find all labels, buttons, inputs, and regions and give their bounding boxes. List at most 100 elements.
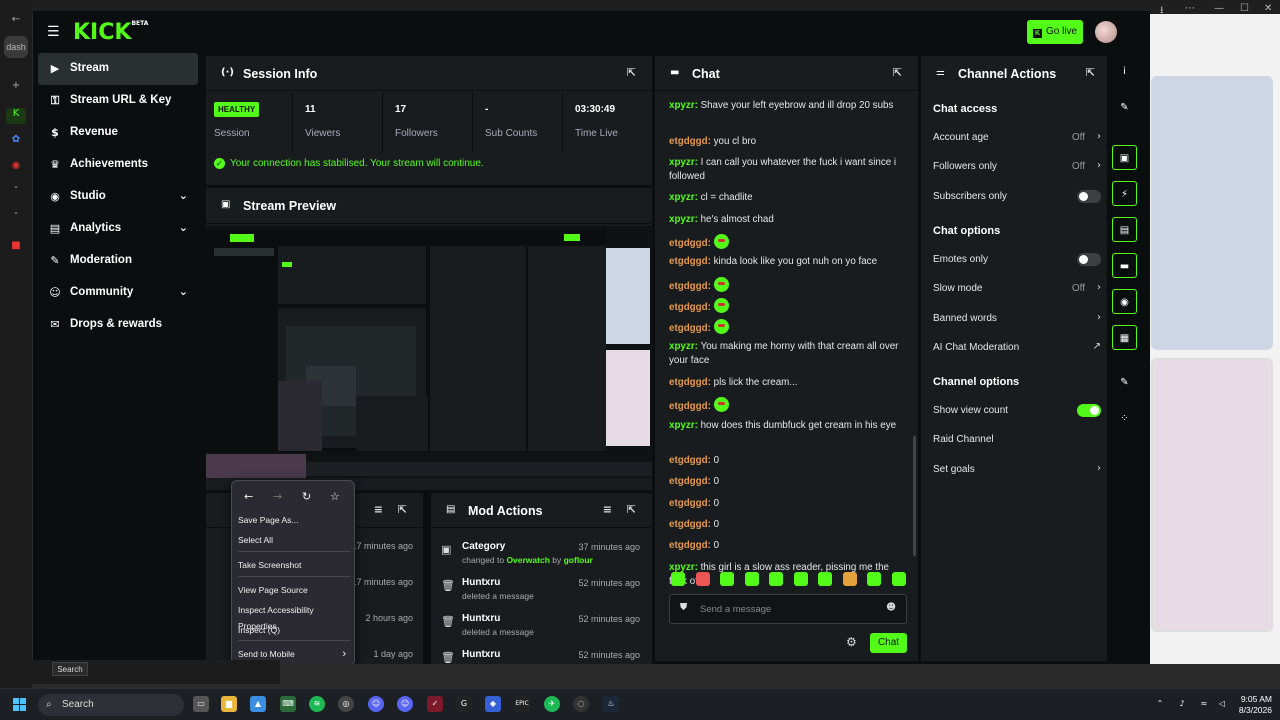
microphone-icon[interactable]: ♪	[1174, 696, 1190, 712]
spotify-icon[interactable]: ≋	[309, 696, 325, 712]
tab-dash[interactable]: dash	[4, 36, 28, 58]
emote-picker-icon[interactable]	[769, 572, 783, 586]
tab-icon[interactable]: ˇ	[6, 186, 26, 202]
popout-icon[interactable]: ⇱	[893, 66, 902, 79]
chat-message[interactable]: etgdggd:	[669, 276, 905, 294]
chevron-right-icon[interactable]: ›	[1097, 131, 1101, 142]
sidebar-item-drops-rewards[interactable]: ✉ Drops & rewards	[38, 309, 198, 341]
maximize-icon[interactable]: ☐	[1240, 3, 1249, 14]
chat-message[interactable]: etgdggd:	[669, 297, 905, 315]
emote-picker-icon[interactable]	[695, 572, 710, 586]
toggle-switch[interactable]	[1077, 404, 1101, 418]
chat-username[interactable]: etgdggd	[669, 323, 708, 334]
chat-bubble-icon[interactable]: ▬	[1112, 253, 1137, 278]
back-icon[interactable]: ←	[244, 490, 253, 503]
emote-picker-icon[interactable]	[744, 572, 759, 586]
sidebar-item-studio[interactable]: ◉ Studio ⌄	[38, 181, 198, 213]
chat-message[interactable]: etgdggd: 0	[669, 454, 905, 468]
go-live-button[interactable]: K Go live	[1027, 20, 1083, 44]
chat-message[interactable]: etgdggd:	[669, 233, 905, 251]
dots-icon[interactable]: ⁘	[1112, 406, 1137, 431]
chevron-right-icon[interactable]: ›	[1097, 160, 1101, 171]
sidebar-item-revenue[interactable]: $ Revenue	[38, 117, 198, 149]
sidebar-item-stream-url-key[interactable]: ⚿ Stream URL & Key	[38, 85, 198, 117]
mod-action-row[interactable]: 🗑 Huntxru 52 minutes ago deleted a message	[431, 613, 652, 647]
filter-icon[interactable]: ≡	[374, 503, 383, 516]
minimize-icon[interactable]: —	[1214, 3, 1224, 14]
chevron-down-icon[interactable]: ⌄	[179, 189, 188, 202]
setting-banned-words[interactable]: Banned words ›	[933, 312, 1103, 333]
settings-icon[interactable]: ⚙	[846, 635, 857, 649]
setting-emotes-only[interactable]: Emotes only	[933, 252, 1103, 274]
clip-icon[interactable]: ▣	[1112, 145, 1137, 170]
mod-action-row[interactable]: ▣ Category 37 minutes ago changed to Overwa…	[431, 541, 652, 575]
taskbar-search[interactable]: ⌕ Search	[38, 694, 184, 716]
emote-picker-icon[interactable]	[818, 572, 832, 586]
chat-username[interactable]: etgdggd	[669, 281, 708, 292]
popout-icon[interactable]: ⇱	[627, 503, 636, 516]
sidebar-item-stream[interactable]: ▶ Stream	[38, 53, 198, 85]
context-menu-item[interactable]: Take Screenshot	[238, 557, 350, 573]
tab-icon[interactable]: ◉	[6, 160, 26, 176]
browser-icon[interactable]: ◎	[338, 696, 354, 712]
popout-icon[interactable]: ⇱	[1086, 66, 1095, 79]
close-icon[interactable]: ✕	[1264, 3, 1272, 14]
chat-username[interactable]: etgdggd	[669, 498, 708, 509]
kick-logo[interactable]: KICKBETA	[73, 20, 148, 45]
setting-set-goals[interactable]: Set goals ›	[933, 463, 1103, 484]
emote-picker-icon[interactable]	[720, 572, 734, 586]
chat-username[interactable]: xpyzr	[669, 157, 695, 168]
chat-message[interactable]: etgdggd: 0	[669, 539, 905, 553]
chat-message[interactable]: etgdggd: 0	[669, 497, 905, 511]
emote-picker-icon[interactable]	[842, 572, 857, 586]
setting-slow-mode[interactable]: Slow mode Off ›	[933, 282, 1103, 303]
add-icon[interactable]: +	[6, 80, 26, 96]
chevron-right-icon[interactable]: ›	[1097, 282, 1101, 293]
broadcast-icon[interactable]: ◉	[1112, 289, 1137, 314]
chat-username[interactable]: xpyzr	[669, 341, 695, 352]
chat-input[interactable]: ⛊ Send a message ☻	[669, 594, 907, 624]
filter-icon[interactable]: ≡	[603, 503, 612, 516]
context-menu-item[interactable]: Inspect Accessibility Properties	[238, 602, 350, 631]
app-icon[interactable]: ✈	[544, 696, 560, 712]
chat-username[interactable]: etgdggd	[669, 455, 708, 466]
setting-show-view-count[interactable]: Show view count	[933, 404, 1103, 425]
tab-icon[interactable]: ˇ	[6, 212, 26, 228]
pencil-icon[interactable]: ✎	[1112, 95, 1137, 120]
discord-icon[interactable]: ☺	[368, 696, 384, 712]
steam-icon[interactable]: ♨	[603, 696, 619, 712]
file-explorer-icon[interactable]: ▆	[221, 696, 237, 712]
task-view-icon[interactable]: ▭	[193, 696, 209, 712]
sidebar-item-achievements[interactable]: ♛ Achievements	[38, 149, 198, 181]
setting-followers-only[interactable]: Followers only Off ›	[933, 160, 1103, 181]
app-icon[interactable]: ◌	[573, 696, 589, 712]
emote-picker-icon[interactable]	[891, 572, 906, 586]
popout-icon[interactable]: ⇱	[398, 503, 407, 516]
chat-message[interactable]: xpyzr: Shave your left eyebrow and ill d…	[669, 99, 905, 113]
mod-action-row[interactable]: 🗑 Huntxru 52 minutes ago	[431, 649, 652, 664]
chat-username[interactable]: etgdggd	[669, 540, 708, 551]
chat-username[interactable]: xpyzr	[669, 420, 695, 431]
emote-picker-icon[interactable]	[793, 572, 808, 586]
chat-message[interactable]: xpyzr: cl = chadlite	[669, 191, 905, 205]
volume-icon[interactable]: ◁	[1214, 696, 1230, 712]
app-icon[interactable]: ◆	[485, 696, 501, 712]
bookmark-icon[interactable]: ☆	[330, 490, 340, 503]
chat-username[interactable]: etgdggd	[669, 136, 708, 147]
wifi-icon[interactable]: ≈	[1196, 696, 1212, 712]
chat-message[interactable]: xpyzr: how does this dumbfuck get cream …	[669, 419, 905, 433]
chevron-down-icon[interactable]: ⌄	[179, 285, 188, 298]
setting-account-age[interactable]: Account age Off ›	[933, 131, 1103, 152]
card-icon[interactable]: ▦	[1112, 325, 1137, 350]
chat-username[interactable]: xpyzr	[669, 100, 695, 111]
avatar[interactable]	[1095, 21, 1117, 43]
info-icon[interactable]: i	[1112, 59, 1137, 84]
chat-username[interactable]: etgdggd	[669, 519, 708, 530]
chat-username[interactable]: etgdggd	[669, 238, 708, 249]
back-icon[interactable]: ←	[6, 14, 26, 30]
chat-message[interactable]: etgdggd: 0	[669, 475, 905, 489]
stream-preview-video[interactable]	[206, 226, 652, 478]
chat-message[interactable]: xpyzr: You making me horny with that cre…	[669, 340, 905, 368]
note-icon[interactable]: ▤	[1112, 217, 1137, 242]
context-menu-item[interactable]: Select All	[238, 532, 350, 548]
